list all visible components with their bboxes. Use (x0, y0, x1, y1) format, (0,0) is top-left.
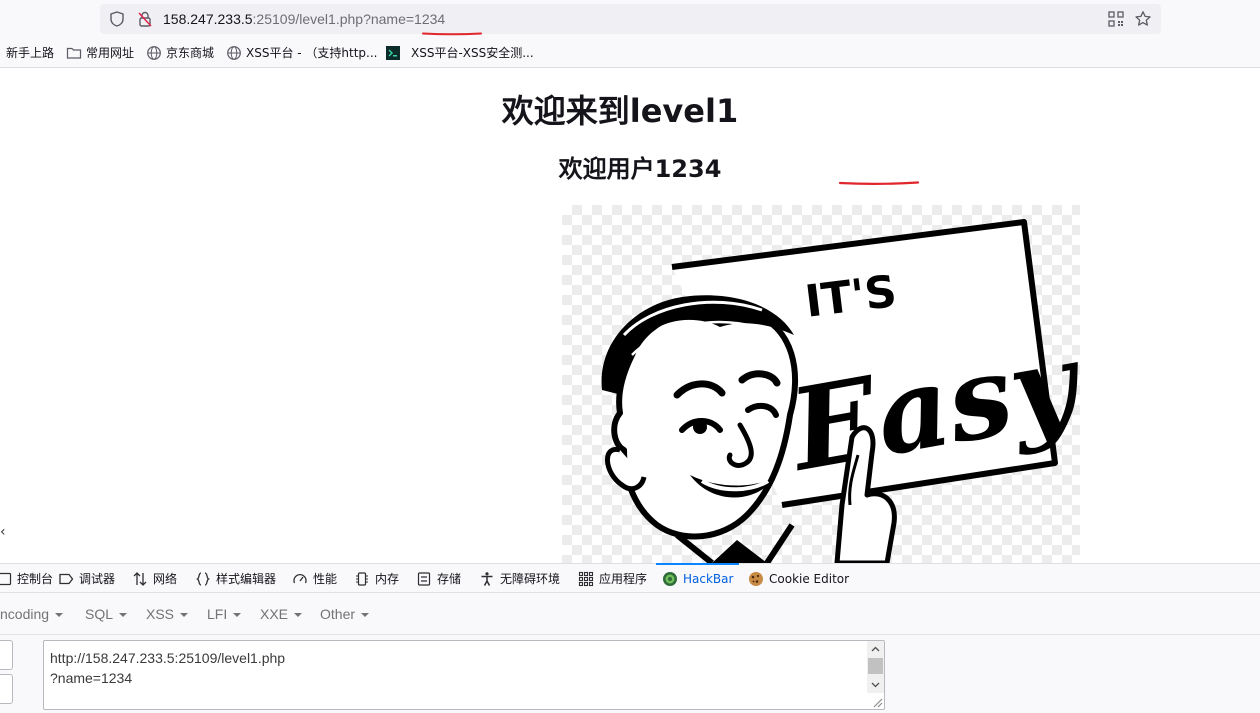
chevron-down-icon (233, 613, 242, 618)
welcome-username: 1234 (654, 155, 722, 183)
console-icon (0, 572, 12, 585)
menu-encoding[interactable]: ncoding (0, 606, 64, 622)
url-textarea[interactable]: http://158.247.233.5:25109/level1.php ?n… (43, 640, 885, 710)
chevron-down-icon (361, 613, 370, 618)
memory-icon (356, 571, 368, 586)
chevron-down-icon (119, 613, 128, 618)
address-bar[interactable]: 158.247.233.5:25109/level1.php?name=1234 (100, 4, 1161, 36)
bookmark-label: XSS平台-XSS安全测... (411, 46, 534, 60)
chevron-down-icon (55, 613, 64, 618)
load-url-button[interactable] (0, 640, 13, 670)
bookmark-item[interactable]: XSS平台 - （支持http... (226, 45, 378, 61)
menu-sql[interactable]: SQL (85, 606, 128, 622)
url-host: 158.247.233.5 (163, 11, 253, 27)
bookmark-folder[interactable]: 常用网址 (66, 45, 134, 61)
tab-label: 控制台 (17, 572, 54, 586)
tab-label: Cookie Editor (769, 571, 850, 586)
debugger-icon (59, 573, 74, 584)
tab-label: 内存 (375, 572, 400, 586)
page-content: 欢迎来到level1 欢迎用户1234 IT'S Easy ‹ (0, 69, 1260, 563)
scroll-down-icon[interactable] (870, 679, 881, 690)
accessibility-icon (481, 571, 493, 586)
tab-label: 性能 (313, 572, 338, 586)
tab-application[interactable]: 应用程序 (578, 564, 647, 593)
bookmark-label: 新手上路 (6, 46, 55, 60)
hero-image: IT'S Easy (562, 205, 1080, 563)
split-url-button[interactable] (0, 674, 13, 704)
scroll-up-icon[interactable] (870, 644, 881, 655)
bookmark-star-icon[interactable] (1134, 10, 1152, 28)
menu-label: XXE (260, 606, 289, 622)
braces-icon (196, 571, 210, 586)
bookmark-item[interactable]: 京东商城 (146, 45, 214, 61)
browser-toolbar: 158.247.233.5:25109/level1.php?name=1234 (0, 0, 1260, 38)
menu-label: SQL (85, 606, 114, 622)
qr-code-icon[interactable] (1108, 11, 1124, 27)
menu-other[interactable]: Other (320, 606, 370, 622)
collapse-handle-icon[interactable]: ‹ (0, 521, 12, 543)
tab-label: 存储 (437, 572, 462, 586)
url-text[interactable]: 158.247.233.5:25109/level1.php?name=1234 (163, 10, 445, 28)
resize-grip-icon[interactable] (869, 694, 883, 708)
cookie-icon (749, 571, 763, 586)
menu-lfi[interactable]: LFI (207, 606, 242, 622)
tab-label: 应用程序 (599, 572, 648, 586)
tab-label: 网络 (153, 572, 178, 586)
hackbar-panel: ncoding SQL XSS LFI XXE Other http://158… (0, 593, 1260, 713)
network-icon (133, 571, 147, 586)
globe-icon (227, 46, 241, 60)
bookmark-label: 常用网址 (86, 46, 135, 60)
tab-console[interactable]: 控制台 (0, 564, 53, 593)
url-path: :25109/level1.php?name=1234 (252, 11, 446, 27)
terminal-icon (386, 46, 400, 60)
tab-hackbar[interactable]: HackBar (655, 563, 740, 593)
performance-icon (293, 573, 307, 583)
tab-label: HackBar (683, 571, 734, 586)
storage-icon (417, 571, 431, 586)
menu-label: XSS (146, 606, 175, 622)
tab-storage[interactable]: 存储 (416, 564, 461, 593)
tab-memory[interactable]: 内存 (354, 564, 399, 593)
username-annotation-underline (838, 181, 920, 185)
bookmark-label: 京东商城 (166, 46, 215, 60)
folder-icon (66, 47, 82, 59)
hackbar-icon (663, 571, 677, 586)
textarea-scrollbar[interactable] (867, 641, 884, 693)
globe-icon (147, 46, 161, 60)
application-icon (578, 571, 594, 586)
chevron-down-icon (294, 613, 303, 618)
tab-label: 无障碍环境 (500, 572, 561, 586)
welcome-message: 欢迎用户1234 (440, 153, 840, 185)
devtools-tabbar: 控制台 调试器 网络 样式编辑器 性能 内存 存储 无障碍环境 应用程序 Hac… (0, 563, 1260, 593)
menu-label: ncoding (0, 606, 50, 622)
tab-label: 调试器 (79, 572, 116, 586)
menu-label: LFI (207, 606, 228, 622)
tab-cookie-editor[interactable]: Cookie Editor (748, 564, 849, 593)
bookmarks-toolbar: 新手上路 常用网址 京东商城 XSS平台 - （支持http... XSS平台-… (0, 38, 1260, 68)
welcome-prefix: 欢迎用户 (558, 155, 655, 183)
tab-debugger[interactable]: 调试器 (58, 564, 115, 593)
hackbar-menu: ncoding SQL XSS LFI XXE Other (0, 593, 1260, 635)
page-title: 欢迎来到level1 (501, 92, 739, 130)
bookmark-item[interactable]: XSS平台-XSS安全测... (385, 45, 534, 61)
url-textarea-value: http://158.247.233.5:25109/level1.php ?n… (50, 650, 286, 686)
tab-network[interactable]: 网络 (132, 564, 177, 593)
menu-xss[interactable]: XSS (146, 606, 189, 622)
scrollbar-thumb[interactable] (868, 658, 883, 674)
hackbar-divider (0, 634, 1260, 635)
url-annotation-underline (422, 32, 482, 36)
insecure-lock-icon[interactable] (136, 10, 154, 28)
tab-style-editor[interactable]: 样式编辑器 (195, 564, 276, 593)
shield-icon[interactable] (108, 10, 126, 28)
menu-label: Other (320, 606, 356, 622)
tab-accessibility[interactable]: 无障碍环境 (479, 564, 560, 593)
chevron-down-icon (180, 613, 189, 618)
tab-label: 样式编辑器 (216, 572, 277, 586)
tab-performance[interactable]: 性能 (292, 564, 337, 593)
bookmark-item[interactable]: 新手上路 (6, 45, 54, 61)
its-easy-illustration: IT'S Easy (601, 219, 1080, 563)
menu-xxe[interactable]: XXE (260, 606, 303, 622)
bookmark-label: XSS平台 - （支持http... (246, 46, 378, 60)
